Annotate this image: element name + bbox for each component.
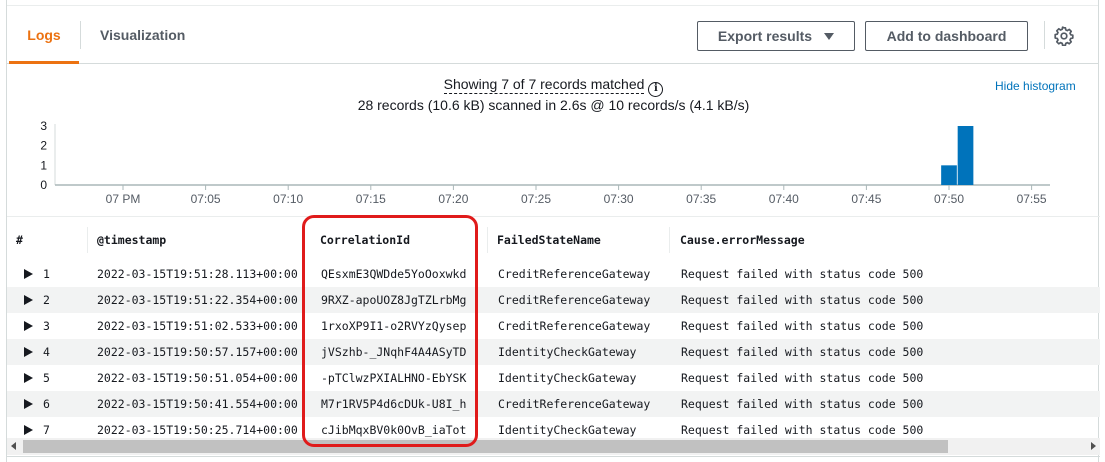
expand-row-icon[interactable] [24, 373, 33, 383]
x-tick-label: 07:20 [438, 192, 468, 206]
x-tick-label: 07:25 [521, 192, 551, 206]
x-tick-label: 07:45 [851, 192, 881, 206]
table-cell: Request failed with status code 500 [681, 371, 924, 385]
x-tick-label: 07:40 [769, 192, 799, 206]
scroll-left-icon[interactable] [11, 442, 16, 450]
add-to-dashboard-label: Add to dashboard [886, 28, 1007, 44]
scrollbar-thumb[interactable] [23, 440, 948, 453]
add-to-dashboard-button[interactable]: Add to dashboard [865, 21, 1028, 51]
table-row[interactable]: 5 2022-03-15T19:50:51.054+00:00 -pTClwzPXI… [7, 365, 1100, 391]
table-cell: 5 [43, 371, 50, 385]
table-cell: 2 [43, 293, 50, 307]
table-row[interactable]: 4 2022-03-15T19:50:57.157+00:00 jVSzhb-_JN… [7, 339, 1100, 365]
table-row[interactable]: 2 2022-03-15T19:51:22.354+00:00 9RXZ-apoUO… [7, 287, 1100, 313]
bottom-divider [7, 456, 1100, 457]
histogram-bar[interactable] [941, 165, 957, 185]
results-table: # @timestamp CorrelationId FailedStateName C… [7, 216, 1100, 437]
expand-row-icon[interactable] [24, 295, 33, 305]
table-header: # @timestamp CorrelationId FailedStateName C… [7, 217, 1100, 261]
x-tick-label: 07:10 [273, 192, 303, 206]
tab-divider [80, 21, 81, 49]
table-cell: 1 [43, 267, 50, 281]
table-cell: Request failed with status code 500 [681, 267, 924, 281]
records-scanned-text: 28 records (10.6 kB) scanned in 2.6s @ 1… [357, 97, 750, 113]
table-cell: IdentityCheckGateway [498, 371, 637, 385]
records-matched-text: Showing 7 of 7 records matched [443, 76, 645, 94]
table-cell: CreditReferenceGateway [498, 267, 651, 281]
table-cell: CreditReferenceGateway [498, 319, 651, 333]
horizontal-scrollbar[interactable] [7, 438, 1100, 455]
histogram-bar[interactable] [957, 126, 974, 185]
expand-row-icon[interactable] [24, 321, 33, 331]
table-cell: 2022-03-15T19:51:28.113+00:00 [97, 267, 298, 281]
table-cell: 4 [43, 345, 50, 359]
table-cell: 2022-03-15T19:51:02.533+00:00 [97, 319, 298, 333]
table-cell: 9RXZ-apoUOZ8JgTZLrbMg [321, 293, 467, 307]
column-divider[interactable] [87, 227, 88, 253]
expand-row-icon[interactable] [24, 425, 33, 435]
column-divider[interactable] [487, 227, 488, 253]
table-cell: M7r1RV5P4d6cDUk-U8I_h [321, 397, 467, 411]
caret-down-icon [824, 32, 835, 40]
x-tick-label: 07:15 [356, 192, 386, 206]
logs-results-panel: Logs Visualization Export results Add to… [6, 0, 1100, 462]
column-divider[interactable] [304, 227, 305, 253]
table-cell: 2022-03-15T19:50:41.554+00:00 [97, 397, 298, 411]
table-row[interactable]: 3 2022-03-15T19:51:02.533+00:00 1rxoXP9I1-… [7, 313, 1100, 339]
table-cell: Request failed with status code 500 [681, 397, 924, 411]
table-cell: QEsxmE3QWDde5YoOoxwkd [321, 267, 467, 281]
column-header[interactable]: CorrelationId [320, 217, 410, 261]
y-tick-label: 1 [40, 158, 47, 172]
table-cell: Request failed with status code 500 [681, 345, 924, 359]
y-tick-label: 3 [40, 119, 47, 133]
table-cell: Request failed with status code 500 [681, 319, 924, 333]
info-icon[interactable]: i [648, 82, 664, 97]
column-header: # [16, 233, 23, 247]
x-tick-label: 07:35 [686, 192, 716, 206]
table-row[interactable]: 1 2022-03-15T19:51:28.113+00:00 QEsxmE3QWD… [7, 261, 1100, 287]
x-tick-label: 07:55 [1017, 192, 1047, 206]
expand-row-icon[interactable] [24, 269, 33, 279]
table-cell: 2022-03-15T19:50:51.054+00:00 [97, 371, 298, 385]
table-cell: -pTClwzPXIALHNO-EbYSK [321, 371, 467, 385]
scroll-right-icon[interactable] [1091, 442, 1096, 450]
hide-histogram-link[interactable]: Hide histogram [995, 79, 1076, 93]
tab-visualization[interactable]: Visualization [100, 6, 185, 64]
y-tick-label: 2 [40, 139, 47, 153]
table-cell: 1rxoXP9I1-o2RVYzQysep [321, 319, 467, 333]
x-tick-label: 07:50 [934, 192, 964, 206]
table-cell: IdentityCheckGateway [498, 345, 637, 359]
x-tick-label: 07 PM [106, 192, 141, 206]
column-header[interactable]: @timestamp [97, 217, 166, 261]
x-tick-label: 07:05 [191, 192, 221, 206]
table-cell: Request failed with status code 500 [681, 293, 924, 307]
table-row[interactable]: 6 2022-03-15T19:50:41.554+00:00 M7r1RV5P4d… [7, 391, 1100, 417]
table-cell: CreditReferenceGateway [498, 397, 651, 411]
tab-logs[interactable]: Logs [9, 6, 79, 64]
histogram-chart: 0 1 2 3 07 PM 07:05 07:10 07:15 07:20 07:25 07:30 0… [40, 119, 1050, 206]
expand-row-icon[interactable] [24, 347, 33, 357]
results-tabs: Logs Visualization Export results Add to… [7, 6, 1098, 64]
export-results-label: Export results [717, 28, 813, 44]
x-tick-label: 07:30 [604, 192, 634, 206]
y-tick-label: 0 [40, 178, 47, 192]
table-cell: 6 [43, 397, 50, 411]
expand-row-icon[interactable] [24, 399, 33, 409]
gear-icon[interactable] [1054, 26, 1074, 46]
export-results-button[interactable]: Export results [697, 21, 855, 51]
column-divider[interactable] [669, 227, 670, 253]
table-cell: CreditReferenceGateway [498, 293, 651, 307]
table-cell: 3 [43, 319, 50, 333]
column-header[interactable]: Cause.errorMessage [680, 217, 805, 261]
table-cell: 2022-03-15T19:51:22.354+00:00 [97, 293, 298, 307]
settings-divider [1044, 21, 1045, 49]
table-cell: jVSzhb-_JNqhF4A4ASyTD [321, 345, 467, 359]
table-cell: 2022-03-15T19:50:57.157+00:00 [97, 345, 298, 359]
column-header[interactable]: FailedStateName [497, 217, 601, 261]
records-summary: Showing 7 of 7 records matched i [7, 76, 1100, 97]
